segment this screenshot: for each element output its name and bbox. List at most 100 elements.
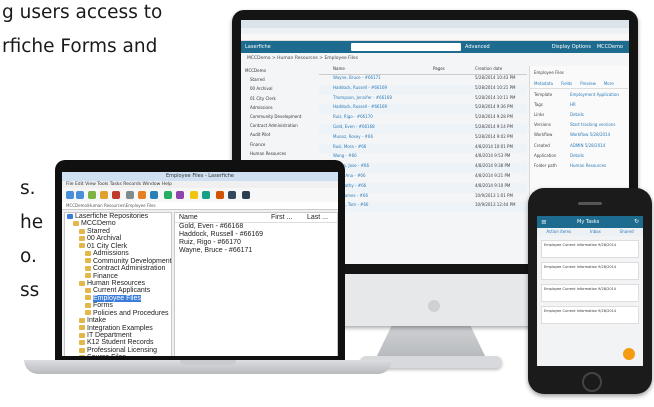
tree-item[interactable]: Intake bbox=[65, 317, 171, 324]
panel-tab[interactable]: Fields bbox=[561, 81, 572, 86]
tree-item[interactable]: Current Applicants bbox=[65, 287, 171, 294]
tree-item[interactable]: K12 Student Records bbox=[65, 339, 171, 346]
tree-item[interactable]: Starred bbox=[65, 228, 171, 235]
file-name[interactable]: Gold, Even - #66168 bbox=[319, 124, 433, 134]
tree-item[interactable]: Contract Administration bbox=[245, 121, 313, 130]
col-pages[interactable]: Pages bbox=[433, 66, 475, 74]
file-name[interactable]: Thompson, Jennifer - #66168 bbox=[319, 95, 433, 105]
file-row[interactable]: Munoz, Rosey - #66 5/28/2014 9:02 PM bbox=[319, 134, 527, 144]
field-value[interactable]: Workflow 5/28/2014 bbox=[570, 132, 610, 137]
col-last[interactable]: Last ... bbox=[307, 213, 328, 222]
tree-item[interactable]: 01 City Clerk bbox=[245, 94, 313, 103]
field-value[interactable]: ADMIN 5/28/2014 bbox=[570, 143, 605, 148]
scan-icon[interactable] bbox=[138, 191, 146, 199]
help-icon[interactable] bbox=[242, 191, 250, 199]
file-row[interactable]: Haddock, Russell - #66169 5/28/2014 9:36 … bbox=[319, 104, 527, 115]
entry-row[interactable]: Gold, Even - #66168 bbox=[175, 223, 337, 231]
tree-item[interactable]: Audit Pilot bbox=[245, 130, 313, 139]
tree-item[interactable]: Starred bbox=[245, 75, 313, 84]
task-card[interactable]: Employee Current Information 9/28/2014 bbox=[541, 306, 639, 324]
field-value[interactable]: Start tracking versions bbox=[570, 122, 615, 127]
tree-item[interactable]: Contract Administration bbox=[65, 265, 171, 272]
tree-item[interactable]: IT Department bbox=[65, 332, 171, 339]
file-row[interactable]: Abernathy - #66 4/8/2014 9:10 PM bbox=[319, 182, 527, 193]
file-row[interactable]: Haddock, Russell - #66169 5/28/2014 10:21… bbox=[319, 84, 527, 95]
tree-item[interactable]: Employee Files bbox=[65, 294, 171, 302]
refresh-icon[interactable]: ↻ bbox=[634, 216, 639, 228]
tree-item[interactable]: Professional Licensing bbox=[65, 347, 171, 354]
entry-row[interactable]: Wayne, Bruce - #66171 bbox=[175, 247, 337, 255]
file-row[interactable]: Gold, Even - #66168 5/28/2014 9:14 PM bbox=[319, 123, 527, 134]
print-icon[interactable] bbox=[176, 191, 184, 199]
panel-tab[interactable]: Metadata bbox=[534, 81, 553, 86]
col-first[interactable]: First ... bbox=[271, 213, 307, 222]
sticky-note-icon[interactable] bbox=[190, 191, 198, 199]
advanced-search-link[interactable]: Advanced bbox=[465, 44, 490, 50]
tree-item[interactable]: Human Resources bbox=[65, 280, 171, 287]
repository-search-input[interactable] bbox=[351, 43, 461, 51]
phone-tab[interactable]: Inbox bbox=[590, 228, 601, 236]
edit-icon[interactable] bbox=[126, 191, 134, 199]
task-card[interactable]: Employee Current Information 9/28/2014 bbox=[541, 240, 639, 258]
tree-item[interactable]: Finance bbox=[65, 273, 171, 280]
phone-tab[interactable]: Shared bbox=[620, 228, 634, 236]
browser-favorites-bar[interactable] bbox=[241, 34, 629, 41]
entry-row[interactable]: Ruiz, Rigo - #66170 bbox=[175, 239, 337, 247]
forward-icon[interactable] bbox=[76, 191, 84, 199]
menu-icon[interactable]: ≡ bbox=[541, 216, 547, 228]
field-value[interactable]: HR bbox=[570, 102, 576, 107]
export-icon[interactable] bbox=[216, 191, 224, 199]
folder-icon[interactable] bbox=[100, 191, 108, 199]
tree-item[interactable]: MCCDemo bbox=[65, 220, 171, 227]
file-name[interactable]: Munoz, Rosey - #66 bbox=[319, 134, 433, 144]
tree-item[interactable]: 01 City Clerk bbox=[65, 243, 171, 250]
file-name[interactable]: Rusi, Mora - #66 bbox=[319, 144, 433, 154]
tree-item[interactable]: Laserfiche Repositories bbox=[65, 213, 171, 220]
email-icon[interactable] bbox=[202, 191, 210, 199]
phone-tab[interactable]: Action items bbox=[546, 228, 571, 236]
tree-item[interactable]: MCCDemo bbox=[245, 66, 313, 75]
task-card[interactable]: Employee Current Information 9/28/2014 bbox=[541, 284, 639, 302]
user-menu[interactable]: MCCDemo bbox=[597, 44, 623, 50]
task-card[interactable]: Employee Current Information 9/28/2014 bbox=[541, 262, 639, 280]
entry-row[interactable]: Haddock, Russell - #66169 bbox=[175, 231, 337, 239]
address-bar[interactable]: MCCDemo\Human Resources\Employee Files bbox=[62, 202, 338, 210]
tree-item[interactable]: Finance bbox=[245, 140, 313, 149]
col-name[interactable]: Name bbox=[319, 66, 433, 74]
menu-bar[interactable]: File Edit View Tools Tasks Records Windo… bbox=[62, 181, 338, 188]
settings-icon[interactable] bbox=[228, 191, 236, 199]
tree-item[interactable]: Policies and Procedures bbox=[65, 310, 171, 317]
tree-item[interactable]: Forms bbox=[65, 302, 171, 309]
panel-tab[interactable]: More bbox=[604, 81, 614, 86]
file-row[interactable]: Hayes, Tom - #66 10/9/2013 12:44 PM bbox=[319, 202, 527, 213]
file-row[interactable]: Wang - #66 4/8/2014 9:53 PM bbox=[319, 153, 527, 163]
file-row[interactable]: Ruiz, Rigo - #66170 5/28/2014 9:28 PM bbox=[319, 114, 527, 124]
display-options-link[interactable]: Display Options bbox=[552, 44, 591, 50]
file-name[interactable]: Wayne, Bruce - #66171 bbox=[319, 75, 433, 85]
field-value[interactable]: Details bbox=[570, 112, 584, 117]
delete-icon[interactable] bbox=[112, 191, 120, 199]
import-icon[interactable] bbox=[150, 191, 158, 199]
tree-item[interactable]: Source Files bbox=[65, 354, 171, 356]
file-row[interactable]: Ellis, James - #66 10/9/2013 1:01 PM bbox=[319, 193, 527, 203]
tree-item[interactable]: 00 Archival bbox=[245, 84, 313, 93]
tree-item[interactable]: Community Development bbox=[245, 112, 313, 121]
field-value[interactable]: Details bbox=[570, 153, 584, 158]
col-date[interactable]: Creation date bbox=[475, 66, 502, 74]
new-task-button[interactable] bbox=[623, 348, 635, 360]
file-name[interactable]: Haddock, Russell - #66169 bbox=[319, 104, 433, 114]
file-row[interactable]: Patel, Ana - #66 4/8/2014 9:21 PM bbox=[319, 173, 527, 183]
breadcrumb[interactable]: MCCDemo > Human Resources > Employee Fil… bbox=[247, 56, 358, 61]
tree-item[interactable]: Community Development bbox=[65, 258, 172, 265]
search-icon[interactable] bbox=[88, 191, 96, 199]
home-button-icon[interactable] bbox=[582, 372, 602, 392]
tree-item[interactable]: Integration Examples bbox=[65, 325, 171, 332]
file-name[interactable]: Haddock, Russell - #66169 bbox=[319, 85, 433, 95]
tree-item[interactable]: 00 Archival bbox=[65, 235, 171, 242]
file-name[interactable]: Ruiz, Rigo - #66170 bbox=[319, 114, 433, 124]
tree-item[interactable]: Admissions bbox=[245, 103, 313, 112]
file-row[interactable]: Rusi, Mora - #66 4/8/2014 10:01 PM bbox=[319, 143, 527, 154]
tree-item[interactable]: Admissions bbox=[65, 250, 171, 257]
file-row[interactable]: Wayne, Bruce - #66171 5/28/2014 10:43 PM bbox=[319, 75, 527, 85]
field-value[interactable]: Employment Application bbox=[570, 92, 619, 97]
